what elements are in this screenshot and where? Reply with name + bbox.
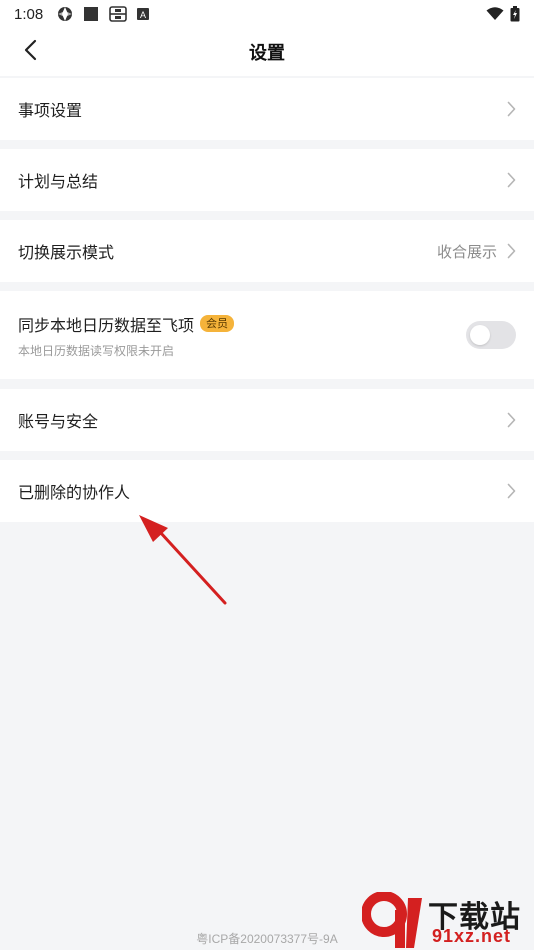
settings-item-label: 账号与安全 — [18, 412, 99, 431]
logo-91-icon — [361, 891, 422, 948]
row-right — [507, 412, 516, 428]
page-title: 设置 — [249, 43, 285, 64]
chevron-right-icon — [507, 101, 516, 117]
settings-group-account: 账号与安全 — [0, 389, 534, 451]
row-right — [507, 483, 516, 499]
chevron-left-icon — [23, 39, 37, 65]
settings-item-label: 已删除的协作人 — [18, 483, 131, 502]
back-button[interactable] — [14, 36, 46, 68]
settings-item-deleted-collaborators[interactable]: 已删除的协作人 — [0, 460, 534, 522]
aperture-icon — [57, 6, 73, 22]
settings-item-display-mode[interactable]: 切换展示模式 收合展示 — [0, 220, 534, 282]
sync-toggle[interactable] — [466, 321, 516, 349]
display-mode-value: 收合展示 — [436, 242, 497, 261]
nav-bar: 设置 — [0, 28, 534, 76]
settings-group-display-mode: 切换展示模式 收合展示 — [0, 220, 534, 282]
settings-item-label: 事项设置 — [18, 101, 83, 120]
settings-group-plan: 计划与总结 — [0, 149, 534, 211]
status-left: 1:08 A — [14, 5, 150, 23]
settings-item-account[interactable]: 账号与安全 — [0, 389, 534, 451]
settings-item-label: 同步本地日历数据至飞项 — [18, 315, 195, 335]
chevron-right-icon — [507, 483, 516, 499]
watermark-logo: 下载站 91xz.net — [361, 891, 534, 950]
chevron-right-icon — [507, 412, 516, 428]
settings-item-label: 切换展示模式 — [18, 243, 115, 262]
battery-icon — [510, 6, 520, 22]
letter-a-icon: A — [137, 8, 150, 20]
settings-group-events: 事项设置 — [0, 78, 534, 140]
settings-item-sync: 同步本地日历数据至飞项 会员 本地日历数据读写权限未开启 — [0, 291, 534, 379]
toggle-knob — [470, 325, 490, 345]
status-bar: 1:08 A — [0, 0, 534, 28]
sync-subtitle: 本地日历数据读写权限未开启 — [18, 343, 175, 358]
settings-group-deleted-collaborators: 已删除的协作人 — [0, 460, 534, 522]
settings-item-label: 计划与总结 — [18, 172, 99, 191]
square-icon — [83, 6, 99, 22]
svg-text:A: A — [140, 10, 146, 20]
settings-group-sync: 同步本地日历数据至飞项 会员 本地日历数据读写权限未开启 — [0, 291, 534, 379]
chevron-right-icon — [507, 243, 516, 259]
wifi-icon — [486, 7, 504, 21]
row-right — [507, 101, 516, 117]
sync-title-line: 同步本地日历数据至飞项 会员 — [18, 312, 235, 336]
settings-item-plan[interactable]: 计划与总结 — [0, 149, 534, 211]
row-right: 收合展示 — [437, 241, 516, 262]
status-time: 1:08 — [14, 5, 44, 23]
vip-badge: 会员 — [200, 315, 235, 332]
row-right — [507, 172, 516, 188]
status-right — [486, 6, 520, 22]
tray-icon — [109, 6, 128, 22]
chevron-right-icon — [507, 172, 516, 188]
settings-item-events[interactable]: 事项设置 — [0, 78, 534, 140]
watermark-text-bottom: 91xz.net — [432, 926, 512, 946]
